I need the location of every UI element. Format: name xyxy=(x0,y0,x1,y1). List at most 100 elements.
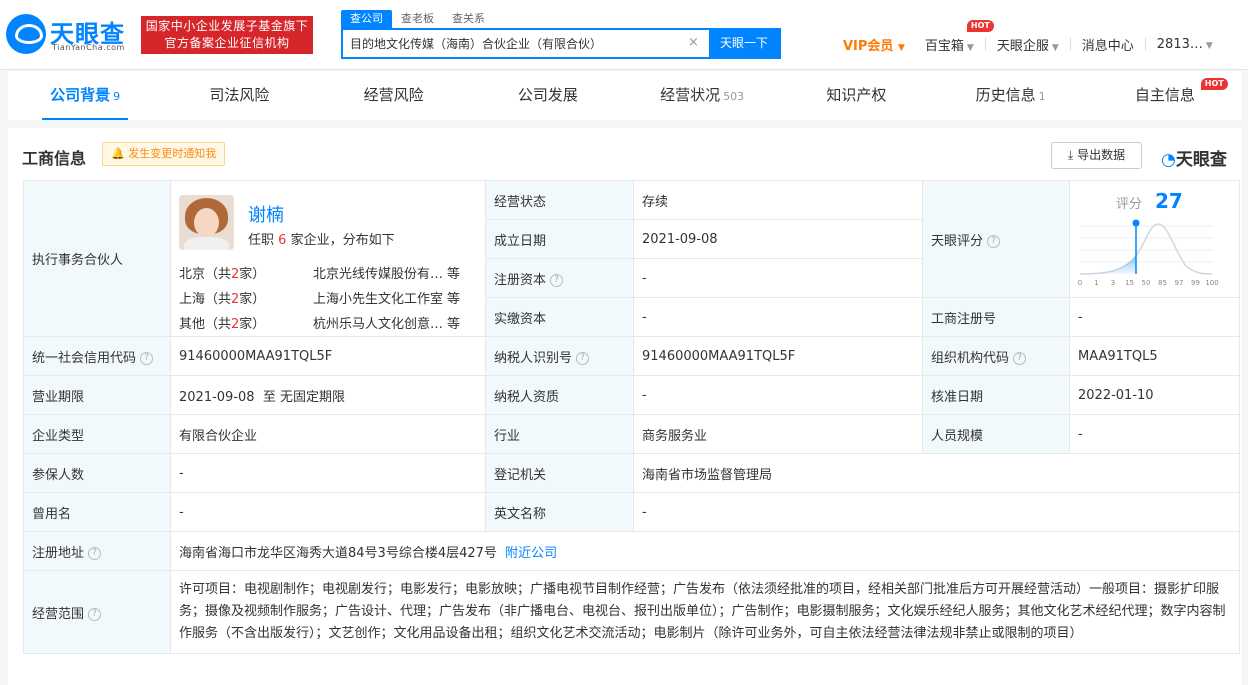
tab-development[interactable]: 公司发展 xyxy=(471,71,625,120)
nav-qifu[interactable]: 天眼企服 ▼ xyxy=(997,35,1059,54)
nav-baibaoxiang[interactable]: 百宝箱 ▼ HOT xyxy=(925,19,994,54)
official-badge: 国家中小企业发展子基金旗下 官方备案企业征信机构 xyxy=(141,16,313,54)
industry-value: 商务服务业 xyxy=(633,414,923,454)
question-circle-icon[interactable]: ? xyxy=(1013,351,1027,365)
partner-cell: 谢楠 任职 6 家企业，分布如下 北京（共2家） 北京光线传媒股份有… 等 上海… xyxy=(170,180,486,337)
partner-label: 执行事务合伙人 xyxy=(23,180,171,337)
avatar[interactable] xyxy=(179,195,234,250)
region-company[interactable]: 北京光线传媒股份有… xyxy=(277,262,447,287)
nav-user[interactable]: 2813… ▼ xyxy=(1157,37,1213,52)
badge-line-2: 官方备案企业征信机构 xyxy=(164,36,290,50)
badge-line-1: 国家中小企业发展子基金旗下 xyxy=(145,19,309,33)
tab-label: 公司发展 xyxy=(517,86,578,104)
tab-count: 9 xyxy=(113,90,121,103)
divider xyxy=(1069,37,1071,51)
score-title: 评分 xyxy=(1116,197,1143,212)
regno-label: 工商注册号 xyxy=(922,297,1070,337)
avatar-face xyxy=(194,208,219,237)
taxid-label-text: 纳税人识别号 xyxy=(494,350,573,366)
en-label: 英文名称 xyxy=(485,492,634,532)
question-circle-icon[interactable]: ? xyxy=(88,546,102,560)
brand-label: 天眼查 xyxy=(1175,150,1227,170)
region-etc: 等 xyxy=(447,317,461,332)
found-value: 2021-09-08 xyxy=(633,219,923,259)
region-name: 上海（共 xyxy=(179,292,232,307)
avatar-body xyxy=(184,237,229,250)
brand-watermark: ◔天眼查 xyxy=(1161,145,1227,170)
caret-down-icon: ▼ xyxy=(1051,42,1059,53)
org-label: 组织机构代码? xyxy=(922,336,1070,376)
credit-label-text: 统一社会信用代码 xyxy=(32,350,137,366)
score-cell: 评分 27 0 1 3 15 50 85 97 99 100 xyxy=(1069,180,1240,298)
notify-button[interactable]: 🔔 发生变更时通知我 xyxy=(102,142,226,166)
partner-name[interactable]: 谢楠 xyxy=(248,201,284,227)
question-circle-icon[interactable]: ? xyxy=(140,351,154,365)
taxid-label: 纳税人识别号? xyxy=(485,336,634,376)
score-value: 27 xyxy=(1155,189,1183,213)
type-label: 企业类型 xyxy=(23,414,171,454)
tab-label: 公司背景 xyxy=(50,86,111,104)
addr-value: 海南省海口市龙华区海秀大道84号3号综合楼4层427号 xyxy=(179,545,497,561)
term-value: 2021-09-08 至 无固定期限 xyxy=(170,375,486,415)
taxid-value: 91460000MAA91TQL5F xyxy=(633,336,923,376)
bell-icon: 🔔 xyxy=(111,147,125,160)
search-box: × 天眼一下 xyxy=(341,28,781,59)
addr-label: 注册地址? xyxy=(23,531,171,571)
region-company[interactable]: 杭州乐马人文化创意… xyxy=(277,312,447,337)
tab-background[interactable]: 公司背景 9 xyxy=(8,71,162,120)
list-item: 上海（共2家） 上海小先生文化工作室 等 xyxy=(179,287,477,312)
clear-icon[interactable]: × xyxy=(688,35,699,50)
region-label: 上海（共2家） xyxy=(179,287,277,312)
divider xyxy=(984,37,986,51)
search-tab-boss[interactable]: 查老板 xyxy=(392,10,443,28)
caret-down-icon: ▼ xyxy=(897,42,905,53)
tab-ip[interactable]: 知识产权 xyxy=(779,71,933,120)
export-label: 导出数据 xyxy=(1077,148,1126,162)
taxq-label: 纳税人资质 xyxy=(485,375,634,415)
export-button[interactable]: ⤓ 导出数据 xyxy=(1051,142,1142,169)
region-name: 其他（共 xyxy=(179,317,232,332)
tab-label: 经营状况 xyxy=(660,86,721,104)
addr-label-text: 注册地址 xyxy=(32,545,85,561)
search-tabs: 查公司 查老板 查关系 xyxy=(341,10,494,28)
question-circle-icon[interactable]: ? xyxy=(550,273,564,287)
org-value: MAA91TQL5 xyxy=(1069,336,1240,376)
region-etc: 等 xyxy=(447,267,461,282)
tianyancha-logo-icon: ◔ xyxy=(1161,150,1176,170)
tab-legal-risk[interactable]: 司法风险 xyxy=(162,71,316,120)
search-tab-company[interactable]: 查公司 xyxy=(341,10,392,28)
vip-menu[interactable]: VIP会员 ▼ xyxy=(843,35,905,54)
question-circle-icon[interactable]: ? xyxy=(88,607,102,621)
tab-business-status[interactable]: 经营状况 503 xyxy=(625,71,779,120)
table-row: 曾用名 - 英文名称 - xyxy=(23,492,1240,532)
question-circle-icon[interactable]: ? xyxy=(576,351,590,365)
nearby-companies-link[interactable]: 附近公司 xyxy=(505,546,557,561)
vip-label: VIP会员 xyxy=(843,38,894,54)
search-input[interactable] xyxy=(343,30,683,57)
list-item: 北京（共2家） 北京光线传媒股份有… 等 xyxy=(179,262,477,287)
tab-operation-risk[interactable]: 经营风险 xyxy=(317,71,471,120)
tick-label: 1 xyxy=(1094,279,1098,287)
tick-label: 15 xyxy=(1125,279,1134,287)
search-tab-relation[interactable]: 查关系 xyxy=(443,10,494,28)
question-circle-icon[interactable]: ? xyxy=(987,234,1001,248)
found-label: 成立日期 xyxy=(485,219,634,259)
tick-label: 97 xyxy=(1175,279,1184,287)
region-label: 北京（共2家） xyxy=(179,262,277,287)
authority-label: 登记机关 xyxy=(485,453,634,493)
scope-label: 经营范围? xyxy=(23,570,171,654)
region-label: 其他（共2家） xyxy=(179,312,277,337)
tab-history[interactable]: 历史信息 1 xyxy=(934,71,1088,120)
industry-label: 行业 xyxy=(485,414,634,454)
site-logo[interactable]: 天眼查 TianYanCha.com xyxy=(6,12,134,56)
search-button[interactable]: 天眼一下 xyxy=(709,30,779,57)
score-label: 天眼评分? xyxy=(922,180,1070,298)
former-label: 曾用名 xyxy=(23,492,171,532)
desc-pre: 任职 xyxy=(248,233,275,248)
tick-label: 0 xyxy=(1078,279,1082,287)
tab-self-info[interactable]: 自主信息 HOT xyxy=(1088,71,1242,120)
region-company[interactable]: 上海小先生文化工作室 xyxy=(277,287,447,312)
paid-value: - xyxy=(633,297,923,337)
tick-label: 50 xyxy=(1142,279,1151,287)
nav-messages[interactable]: 消息中心 xyxy=(1082,35,1134,54)
